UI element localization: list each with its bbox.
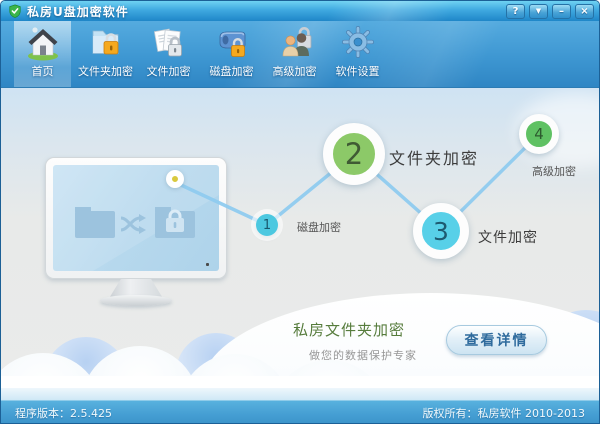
file-lock-icon xyxy=(149,24,189,62)
folder-lock-icon xyxy=(86,24,126,62)
tab-folder-encrypt[interactable]: 文件夹加密 xyxy=(77,21,134,87)
home-icon xyxy=(23,24,63,62)
step-number-4: 4 xyxy=(534,125,544,143)
step-label-advanced-encrypt: 高级加密 xyxy=(532,163,576,179)
step-circle-1: 1 xyxy=(256,214,278,236)
tab-home[interactable]: 首页 xyxy=(14,21,71,87)
users-lock-icon xyxy=(275,24,315,62)
step-circle-4: 4 xyxy=(519,114,559,154)
window-title: 私房U盘加密软件 xyxy=(27,3,129,20)
tab-folder-encrypt-label: 文件夹加密 xyxy=(78,63,133,79)
gear-icon xyxy=(338,24,378,62)
disk-lock-icon xyxy=(212,24,252,62)
flow-start-dot xyxy=(166,170,184,188)
promo-title: 私房文件夹加密 xyxy=(293,319,405,340)
app-window: 私房U盘加密软件 ? ▼ – × 首页 xyxy=(0,0,600,424)
tab-settings[interactable]: 软件设置 xyxy=(329,21,386,87)
step-circle-2: 2 xyxy=(323,123,385,185)
bottom-band xyxy=(1,388,599,400)
step-number-2: 2 xyxy=(345,137,363,171)
window-controls: ? ▼ – × xyxy=(506,4,594,19)
close-button[interactable]: × xyxy=(575,4,594,19)
copyright-text: 版权所有：私房软件 2010-2013 xyxy=(423,405,585,421)
step-label-disk-encrypt: 磁盘加密 xyxy=(297,219,341,235)
shield-check-icon xyxy=(8,4,22,18)
tab-file-encrypt[interactable]: 文件加密 xyxy=(140,21,197,87)
tab-home-label: 首页 xyxy=(32,63,54,79)
promo-subtitle: 做您的数据保护专家 xyxy=(309,347,417,363)
version-text: 程序版本：2.5.425 xyxy=(15,405,112,421)
step-number-3: 3 xyxy=(433,217,449,246)
step-number-1: 1 xyxy=(263,218,271,233)
toolbar: 首页 文件夹加密 xyxy=(1,21,599,88)
skin-menu-button[interactable]: ▼ xyxy=(529,4,548,19)
titlebar: 私房U盘加密软件 ? ▼ – × xyxy=(1,1,599,21)
step-circle-3: 3 xyxy=(413,203,469,259)
view-details-button[interactable]: 查看详情 xyxy=(446,325,547,355)
step-label-file-encrypt: 文件加密 xyxy=(478,227,538,247)
tab-file-encrypt-label: 文件加密 xyxy=(147,63,191,79)
step-label-folder-encrypt: 文件夹加密 xyxy=(389,145,479,169)
tab-settings-label: 软件设置 xyxy=(336,63,380,79)
help-button[interactable]: ? xyxy=(506,4,525,19)
tab-advanced-encrypt-label: 高级加密 xyxy=(273,63,317,79)
tab-disk-encrypt[interactable]: 磁盘加密 xyxy=(203,21,260,87)
minimize-button[interactable]: – xyxy=(552,4,571,19)
main-content: 1 2 3 4 磁盘加密 文件夹加密 文件加密 高级加密 私房文件夹加密 做您的… xyxy=(1,88,599,400)
tab-disk-encrypt-label: 磁盘加密 xyxy=(210,63,254,79)
statusbar: 程序版本：2.5.425 版权所有：私房软件 2010-2013 xyxy=(1,400,599,424)
tab-advanced-encrypt[interactable]: 高级加密 xyxy=(266,21,323,87)
